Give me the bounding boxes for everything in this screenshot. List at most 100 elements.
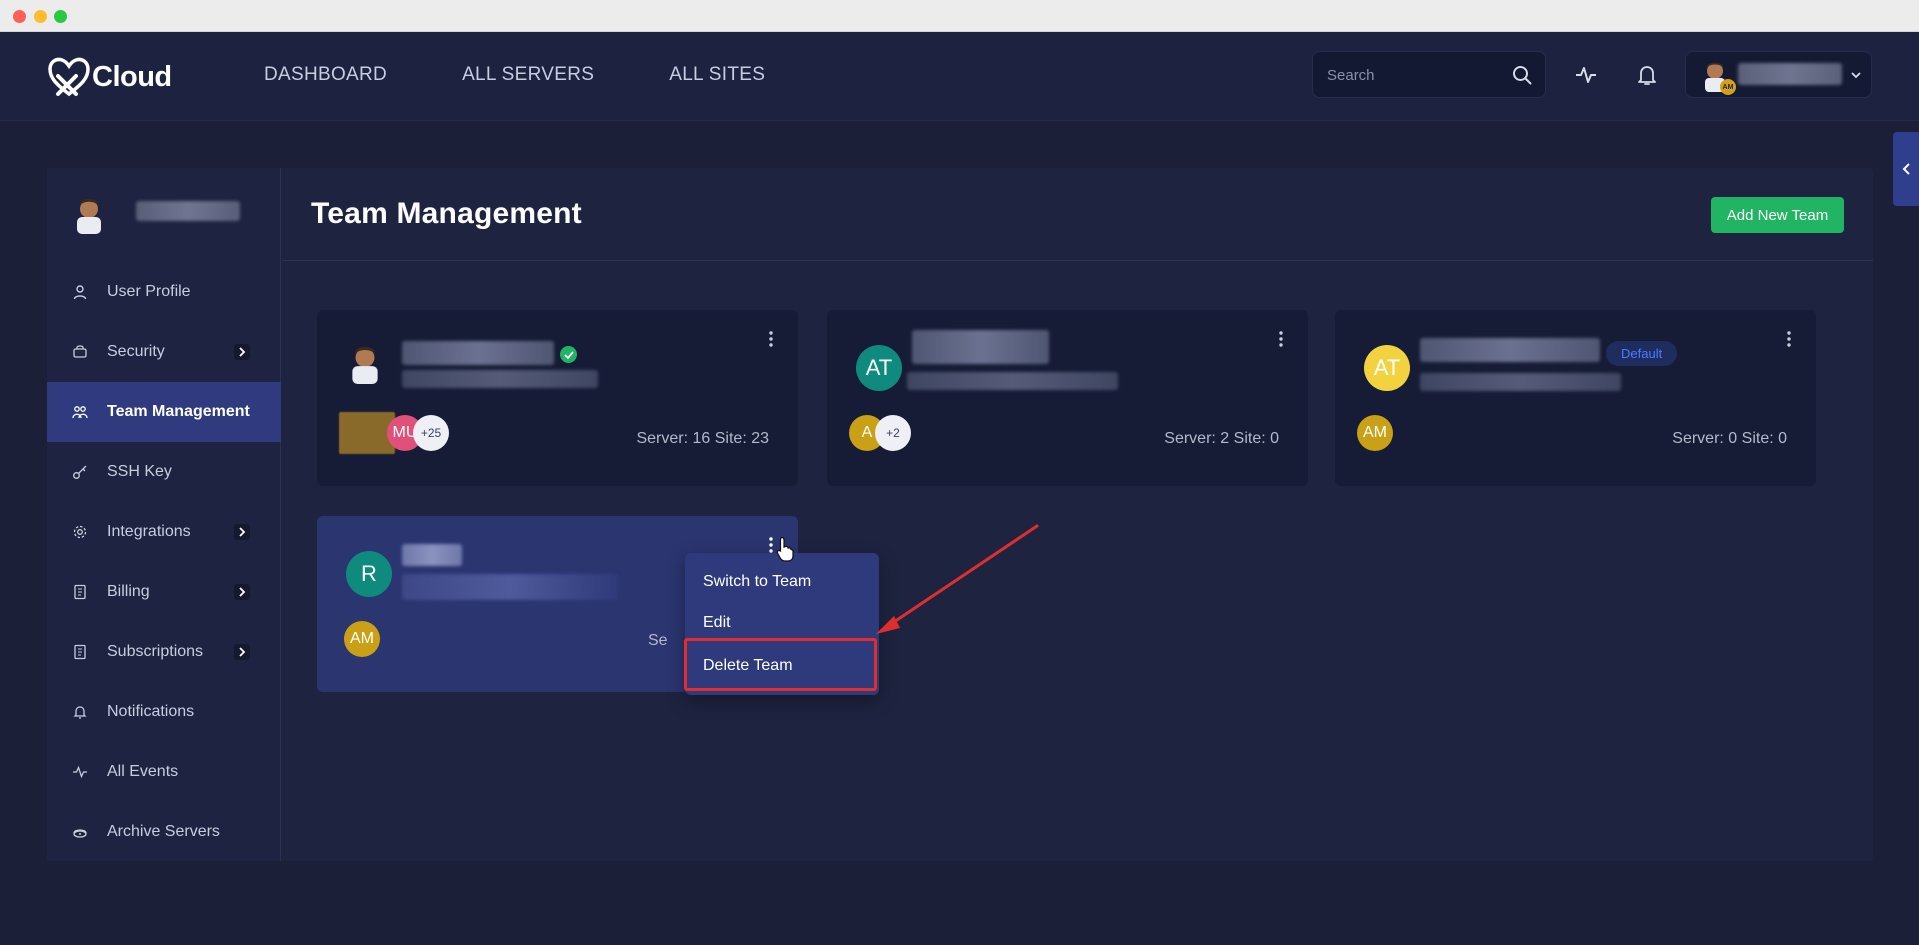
archive-icon xyxy=(73,829,87,838)
member-avatars: MU +25 xyxy=(339,412,449,454)
content-header: Team Management Add New Team xyxy=(282,168,1873,261)
avatar xyxy=(77,198,101,234)
sidebar-item-notifications[interactable]: Notifications xyxy=(47,682,281,742)
sidebar-item-label: Billing xyxy=(107,583,150,600)
collapse-panel-button[interactable] xyxy=(1893,132,1919,206)
close-window-button[interactable] xyxy=(13,10,26,23)
billing-icon xyxy=(74,584,86,600)
sidebar-item-billing[interactable]: Billing xyxy=(47,562,281,622)
team-card[interactable]: MU +25 Server: 16 Site: 23 xyxy=(317,310,798,486)
sidebar-item-label: Notifications xyxy=(107,703,195,720)
team-card[interactable]: AT Default AM Server: 0 Site: 0 xyxy=(1335,310,1816,486)
sidebar-item-label: Subscriptions xyxy=(107,643,204,660)
verified-check-icon xyxy=(560,346,577,363)
team-card[interactable]: AT A +2 Server: 2 Site: 0 xyxy=(827,310,1308,486)
team-email-redacted xyxy=(402,370,598,388)
team-management-content: Team Management Add New Team MU +25 Serv… xyxy=(282,168,1873,861)
team-name-redacted xyxy=(912,330,1049,364)
sidebar-user xyxy=(71,196,261,234)
zoom-window-button[interactable] xyxy=(54,10,67,23)
sidebar: User Profile Security Team Management SS… xyxy=(47,168,281,861)
sidebar-item-team-management[interactable]: Team Management xyxy=(47,382,281,442)
security-icon xyxy=(73,345,87,358)
menu-item-switch-to-team[interactable]: Switch to Team xyxy=(703,573,811,591)
member-avatar: AM xyxy=(1357,415,1393,451)
sidebar-item-label: Security xyxy=(107,343,165,360)
nav-all-servers[interactable]: ALL SERVERS xyxy=(462,64,594,86)
chevron-down-icon xyxy=(1851,72,1861,79)
team-avatar: AT xyxy=(1364,345,1410,391)
member-avatars: AM xyxy=(1357,413,1393,453)
sidebar-item-archive-servers[interactable]: Archive Servers xyxy=(47,802,281,862)
user-initials-badge: AM xyxy=(1720,79,1736,95)
sidebar-item-label: SSH Key xyxy=(107,463,172,480)
chevron-right-icon xyxy=(234,644,250,660)
key-icon xyxy=(73,465,87,479)
logo[interactable]: Cloud xyxy=(46,52,172,102)
bell-icon[interactable] xyxy=(1634,62,1660,88)
team-stats: Server: 16 Site: 23 xyxy=(636,430,769,447)
sidebar-item-user-profile[interactable]: User Profile xyxy=(47,262,281,322)
chevron-right-icon xyxy=(234,344,250,360)
team-email-redacted xyxy=(1420,373,1621,391)
sidebar-item-security[interactable]: Security xyxy=(47,322,281,382)
hand-cursor-icon xyxy=(776,536,794,562)
more-options-icon[interactable] xyxy=(1786,330,1792,348)
chevron-right-icon xyxy=(234,524,250,540)
team-stats: Se xyxy=(648,632,668,649)
more-options-icon[interactable] xyxy=(1278,330,1284,348)
team-name-redacted xyxy=(1420,338,1600,362)
sidebar-item-ssh-key[interactable]: SSH Key xyxy=(47,442,281,502)
cloud-logo-icon xyxy=(48,57,90,97)
user-menu[interactable]: AM xyxy=(1685,51,1872,98)
top-header: Cloud DASHBOARD ALL SERVERS ALL SITES AM xyxy=(0,32,1919,121)
sidebar-item-all-events[interactable]: All Events xyxy=(47,742,281,802)
sidebar-item-label: All Events xyxy=(107,763,179,780)
nav-all-sites[interactable]: ALL SITES xyxy=(669,64,765,86)
main-nav: DASHBOARD ALL SERVERS ALL SITES xyxy=(264,64,765,86)
more-options-icon[interactable] xyxy=(768,330,774,348)
team-icon xyxy=(72,406,88,419)
subscriptions-icon xyxy=(74,644,86,660)
default-badge: Default xyxy=(1606,341,1678,366)
page-title: Team Management xyxy=(311,197,582,230)
more-options-icon[interactable] xyxy=(768,536,774,554)
user-name-redacted xyxy=(136,201,240,221)
sidebar-item-subscriptions[interactable]: Subscriptions xyxy=(47,622,281,682)
team-avatar: R xyxy=(346,551,392,597)
search-input[interactable] xyxy=(1327,64,1497,86)
menu-item-edit[interactable]: Edit xyxy=(703,614,731,632)
team-avatar: AT xyxy=(856,345,902,391)
search-box xyxy=(1312,51,1546,98)
bell-icon xyxy=(73,706,87,719)
user-name-redacted xyxy=(1738,63,1842,85)
search-icon[interactable] xyxy=(1511,64,1533,86)
window-titlebar xyxy=(0,0,1919,32)
activity-icon[interactable] xyxy=(1573,62,1599,88)
logo-text: Cloud xyxy=(92,60,172,93)
minimize-window-button[interactable] xyxy=(34,10,47,23)
chevron-right-icon xyxy=(234,584,250,600)
annotation-arrow xyxy=(876,524,1039,634)
team-name-redacted xyxy=(402,341,554,365)
team-avatar xyxy=(352,346,378,384)
add-new-team-button[interactable]: Add New Team xyxy=(1711,197,1844,233)
sidebar-item-label: Team Management xyxy=(107,403,250,420)
member-avatar: AM xyxy=(344,621,380,657)
settings-panel: User Profile Security Team Management SS… xyxy=(47,168,1873,861)
member-avatars: A +2 xyxy=(849,413,911,453)
sidebar-item-integrations[interactable]: Integrations xyxy=(47,502,281,562)
sidebar-item-label: Integrations xyxy=(107,523,191,540)
team-stats: Server: 2 Site: 0 xyxy=(1164,430,1279,447)
user-icon xyxy=(73,285,87,300)
more-members-badge: +25 xyxy=(413,415,449,451)
chevron-left-icon xyxy=(1902,163,1910,175)
sidebar-item-label: User Profile xyxy=(107,283,191,300)
team-name-redacted xyxy=(402,544,462,566)
team-stats: Server: 0 Site: 0 xyxy=(1672,430,1787,447)
nav-dashboard[interactable]: DASHBOARD xyxy=(264,64,387,86)
sidebar-item-label: Archive Servers xyxy=(107,823,220,840)
member-avatars: AM xyxy=(344,619,380,659)
team-email-redacted xyxy=(907,372,1118,390)
team-email-redacted xyxy=(402,574,618,600)
